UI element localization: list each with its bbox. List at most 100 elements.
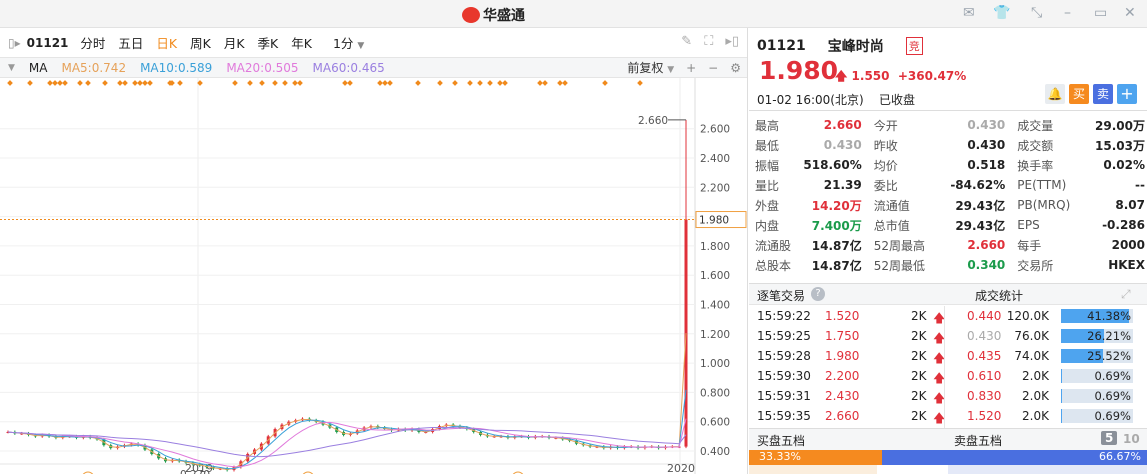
stat-value: -84.62% — [950, 178, 1006, 192]
stat-value: 29.43亿 — [955, 198, 1006, 213]
stat-label: PE(TTM) — [1017, 178, 1067, 192]
y-tick-label: 2.600 — [700, 124, 730, 136]
interval-select[interactable]: 1分 ▼ — [333, 33, 364, 52]
event-dot — [382, 80, 388, 86]
stat-price: 0.610 — [967, 369, 1002, 383]
order-book-header: 买盘五档 卖盘五档 5 10 — [749, 428, 1147, 450]
stat-label: 流通股 — [755, 238, 792, 253]
adjust-select[interactable]: 前复权 ▼ — [627, 59, 674, 76]
stats-row: 最低 0.430 昨收 0.430 成交额 15.03万 — [749, 135, 1147, 155]
trade-volume: 2K — [911, 349, 927, 363]
divider — [944, 306, 945, 428]
event-dot — [537, 80, 543, 86]
stat-label: 52周最高 — [873, 238, 926, 253]
sell-book-title: 卖盘五档 — [954, 434, 1003, 448]
zoom-out-icon[interactable]: − — [708, 61, 718, 75]
trade-stats-title: 成交统计 — [975, 289, 1024, 303]
kline-chart[interactable]: 2.6002.4002.2002.0001.8001.6001.4001.200… — [0, 78, 748, 474]
app-logo: 华盛通 — [462, 5, 525, 25]
mail-icon[interactable]: ✉ — [963, 5, 975, 21]
high-label: 2.660 — [638, 115, 668, 127]
trade-time: 15:59:31 — [757, 389, 811, 403]
tab-five-day[interactable]: 五日 — [118, 33, 143, 52]
event-dot — [62, 80, 68, 86]
volume-share-bar: 0.69% — [1061, 389, 1133, 403]
stat-label: 成交量 — [1017, 118, 1054, 133]
expand-icon[interactable]: ⤢ — [1121, 287, 1131, 302]
event-dot — [147, 80, 153, 86]
stats-row: 量比 21.39 委比 -84.62% PE(TTM) -- — [749, 175, 1147, 195]
quote-time: 01-02 16:00(北京) — [757, 93, 864, 107]
change-value: 1.550 — [851, 69, 890, 83]
buy-button[interactable]: 买 — [1069, 84, 1089, 104]
fullscreen-icon[interactable]: ⛶ — [704, 34, 713, 49]
stat-value: 29.43亿 — [955, 218, 1006, 233]
trade-row: 15:59:28 1.980 2K 🡅 0.435 74.0K 25.52% — [749, 346, 1147, 366]
tab-yearly-k[interactable]: 年K — [291, 33, 312, 52]
volume-share-bar: 41.38% — [1061, 309, 1133, 323]
auction-badge: 竞 — [905, 37, 923, 55]
event-dot — [47, 80, 53, 86]
maximize-button[interactable]: ▭ — [1094, 5, 1107, 21]
close-button[interactable]: ✕ — [1124, 5, 1136, 21]
stat-value: 0.340 — [967, 258, 1006, 272]
ten-level-tab[interactable]: 10 — [1123, 432, 1140, 446]
stat-value: 7.400万 — [811, 218, 862, 233]
market-status: 已收盘 — [879, 93, 916, 107]
skin-icon[interactable]: 👕 — [993, 5, 1010, 21]
stock-name: 宝峰时尚 — [827, 39, 884, 55]
trade-time: 15:59:28 — [757, 349, 811, 363]
tab-quarterly-k[interactable]: 季K — [258, 33, 279, 52]
stat-value: 2000 — [1111, 238, 1145, 252]
stat-price: 1.520 — [967, 409, 1002, 423]
tab-timeshare[interactable]: 分时 — [80, 33, 105, 52]
ma-label[interactable]: MA — [29, 61, 48, 75]
event-dot — [52, 80, 58, 86]
y-tick-label: 2.400 — [700, 153, 730, 165]
volume-share-fill — [1061, 409, 1063, 423]
stat-label: 换手率 — [1017, 158, 1054, 173]
tab-monthly-k[interactable]: 月K — [224, 33, 245, 52]
chart-panel: ▯▸ 01121 分时 五日 日K 周K 月K 季K 年K 1分 ▼ ✎ ⛶ ▸▯ … — [0, 28, 748, 474]
settings-icon[interactable]: ⚙ — [730, 61, 741, 75]
ma-toggle-icon[interactable]: ▼ — [8, 63, 15, 73]
dock-icon[interactable]: ▸▯ — [725, 34, 739, 49]
tab-weekly-k[interactable]: 周K — [190, 33, 211, 52]
sell-button[interactable]: 卖 — [1093, 84, 1113, 104]
tab-daily-k[interactable]: 日K — [156, 33, 177, 52]
y-tick-label: 1.400 — [700, 300, 730, 312]
up-arrow-icon: 🡅 — [835, 69, 848, 83]
stat-price: 0.430 — [967, 329, 1002, 343]
y-tick-label: 0.800 — [700, 387, 730, 399]
collapse-icon[interactable]: ▯▸ — [8, 36, 21, 50]
ma5-line — [7, 333, 687, 470]
shrink-icon[interactable]: ⤡ — [1031, 5, 1042, 21]
y-tick-label: 1.600 — [700, 270, 730, 282]
alert-bell-button[interactable]: 🔔 — [1045, 84, 1065, 104]
trade-volume: 2K — [911, 409, 927, 423]
event-dot — [85, 80, 91, 86]
event-dot — [437, 80, 443, 86]
event-dot — [137, 80, 143, 86]
pencil-icon[interactable]: ✎ — [681, 34, 692, 49]
stat-label: 流通值 — [873, 198, 910, 213]
minimize-button[interactable]: – — [1064, 5, 1071, 21]
stat-label: 振幅 — [755, 158, 780, 173]
volume-share-percent: 0.69% — [1094, 409, 1131, 423]
volume-share-fill — [1061, 369, 1063, 383]
stat-label: 成交额 — [1017, 138, 1054, 153]
stat-value: -- — [1135, 178, 1145, 192]
help-icon[interactable]: ? — [811, 287, 825, 301]
zoom-in-icon[interactable]: + — [686, 61, 696, 75]
event-dot — [177, 80, 183, 86]
stat-value: 29.00万 — [1095, 118, 1145, 133]
event-dot — [7, 80, 13, 86]
five-level-tab[interactable]: 5 — [1101, 431, 1118, 445]
stat-value: 15.03万 — [1095, 138, 1145, 153]
change-percent: +360.47% — [897, 69, 967, 83]
stat-value: 0.430 — [967, 118, 1006, 132]
add-watchlist-button[interactable]: + — [1117, 84, 1137, 104]
buy-sell-ratio-bar: 33.33% 66.67% — [749, 450, 1147, 465]
interval-value: 1分 — [332, 36, 354, 51]
stat-label: 昨收 — [873, 138, 898, 153]
